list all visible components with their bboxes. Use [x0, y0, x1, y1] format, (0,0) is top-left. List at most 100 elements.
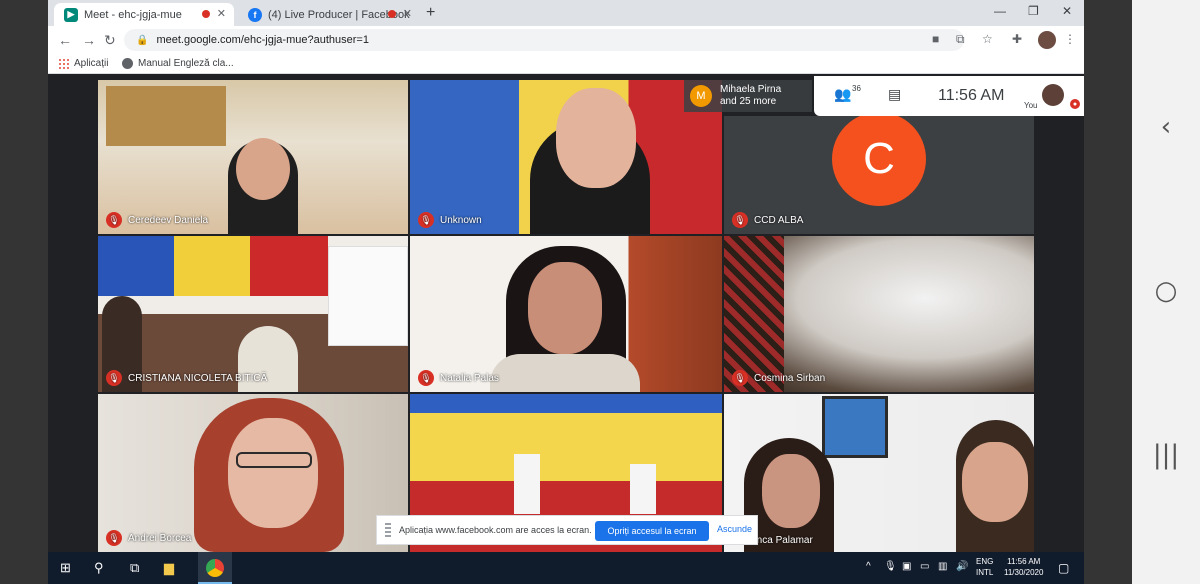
video-tile[interactable]: 🎙 Natalia Palas: [410, 236, 722, 392]
participant-name: Cosmina Sirban: [754, 372, 826, 384]
tile-label: 🎙 Unknown: [418, 212, 482, 228]
profile-avatar[interactable]: [1038, 31, 1056, 49]
participant-name: Andrei Borcea: [128, 532, 192, 544]
lang-code: ENG: [976, 557, 994, 566]
chat-icon[interactable]: ▤: [888, 86, 901, 103]
whiteboard-decor: [328, 246, 408, 346]
bookmarks-bar: Aplicații Manual Engleză cla...: [48, 54, 1084, 74]
video-tile[interactable]: 🎙 Ceredeev Daniela: [98, 80, 408, 234]
recording-icon: [202, 10, 210, 18]
translate-icon[interactable]: ⧉: [956, 32, 965, 47]
mic-off-icon: 🎙: [732, 212, 748, 228]
stop-sharing-button[interactable]: Opriți accesul la ecran: [595, 521, 709, 541]
windows-taskbar: ⊞ ⚲ ⧉ ▆ ^ 🎙 ▣ ▭ ▥ 🔊 ENG INTL 11:56 AM 11…: [48, 552, 1084, 584]
bookmark-label: Aplicații: [74, 58, 109, 69]
preview-line2: and 25 more: [720, 96, 777, 107]
person-face: [236, 138, 290, 200]
participant-name: Ceredeev Daniela: [128, 214, 209, 226]
forward-icon[interactable]: →: [82, 32, 96, 48]
notifications-icon[interactable]: ▢: [1058, 561, 1069, 575]
bookmark-label: Manual Engleză cla...: [138, 58, 234, 69]
extensions-icon[interactable]: ✚: [1012, 32, 1022, 46]
participant-name: CRISTIANA NICOLETA BITICĂ: [128, 372, 268, 384]
person-face: [228, 418, 318, 528]
self-avatar[interactable]: [1042, 84, 1064, 106]
reload-icon[interactable]: ↻: [104, 32, 116, 49]
network-tray-icon[interactable]: ▥: [938, 561, 947, 572]
battery-tray-icon[interactable]: ▭: [920, 561, 929, 572]
video-tile[interactable]: 🎙 Andrei Borcea: [98, 394, 408, 552]
meet-favicon-icon: ▶: [64, 7, 78, 22]
mic-off-icon: 🎙: [418, 370, 434, 386]
back-nav-icon[interactable]: ‹: [1132, 112, 1200, 142]
mic-off-icon: 🎙: [106, 530, 122, 546]
file-explorer-icon[interactable]: ▆: [164, 560, 174, 576]
address-bar[interactable]: 🔒 meet.google.com/ehc-jgja-mue?authuser=…: [124, 29, 964, 51]
tile-label: 🎙 Natalia Palas: [418, 370, 499, 386]
tile-label: 🎙 Ceredeev Daniela: [106, 212, 208, 228]
back-icon[interactable]: ←: [58, 32, 72, 48]
volume-tray-icon[interactable]: 🔊: [956, 561, 968, 572]
apps-grid-icon: [58, 58, 69, 69]
mic-off-icon: 🎙: [732, 370, 748, 386]
tile-label: Anca Palamar: [750, 535, 813, 546]
restore-icon[interactable]: ❐: [1028, 4, 1039, 18]
tab-meet[interactable]: ▶ Meet - ehc-jgja-mue ✕: [54, 3, 234, 26]
meet-top-bar: M Mihaela Pirna and 25 more 👥 36 ▤ 11:56…: [684, 76, 1084, 116]
bookmark-manual[interactable]: Manual Engleză cla...: [122, 58, 234, 69]
participant-initial-avatar: M: [690, 85, 712, 107]
video-tile[interactable]: C 🎙 CCD ALBA: [724, 116, 1034, 234]
input-language[interactable]: ENG INTL: [976, 556, 993, 578]
you-label: You: [1024, 101, 1038, 110]
close-window-icon[interactable]: ✕: [1062, 4, 1072, 18]
tile-label: 🎙 CRISTIANA NICOLETA BITICĂ: [106, 370, 267, 386]
participants-preview[interactable]: M Mihaela Pirna and 25 more: [684, 80, 812, 112]
tab-facebook[interactable]: f (4) Live Producer | Facebook ✕: [238, 3, 420, 26]
mic-tray-icon[interactable]: 🎙: [884, 561, 897, 572]
system-clock[interactable]: 11:56 AM 11/30/2020: [1004, 556, 1043, 578]
drag-handle-icon[interactable]: [385, 523, 391, 537]
close-tab-icon[interactable]: ✕: [217, 7, 226, 20]
child-figure: [514, 454, 540, 514]
child-figure: [630, 464, 656, 514]
lock-icon: 🔒: [136, 34, 149, 46]
wall-picture-decor: [822, 396, 888, 458]
share-message: Aplicația www.facebook.com are acces la …: [399, 525, 592, 535]
minimize-icon[interactable]: —: [994, 4, 1006, 18]
people-icon[interactable]: 👥: [834, 86, 851, 103]
person-face: [762, 454, 820, 528]
bookmark-apps[interactable]: Aplicații: [58, 58, 108, 69]
video-tile[interactable]: 🎙 CRISTIANA NICOLETA BITICĂ: [98, 236, 408, 392]
bookmark-star-icon[interactable]: ☆: [982, 32, 993, 46]
meet-controls: 👥 36 ▤ 11:56 AM You ●: [814, 76, 1084, 116]
participant-name: CCD ALBA: [754, 214, 804, 226]
recents-nav-icon[interactable]: |||: [1132, 440, 1200, 470]
chrome-taskbar-icon[interactable]: [206, 559, 224, 577]
hide-banner-link[interactable]: Ascunde: [717, 524, 752, 534]
task-view-icon[interactable]: ⧉: [130, 560, 139, 576]
search-icon[interactable]: ⚲: [94, 560, 104, 576]
menu-icon[interactable]: ⋮: [1064, 32, 1076, 46]
system-time: 11:56 AM: [1007, 557, 1041, 566]
participant-name: Anca Palamar: [750, 535, 813, 546]
camera-tray-icon[interactable]: ▣: [902, 561, 911, 572]
mic-off-icon: 🎙: [418, 212, 434, 228]
home-nav-icon[interactable]: ○: [1132, 276, 1200, 306]
video-tile[interactable]: 🎙 Unknown: [410, 80, 722, 234]
tile-label: 🎙 Cosmina Sirban: [732, 370, 825, 386]
new-tab-icon[interactable]: +: [426, 4, 435, 22]
video-tile[interactable]: 🎙 Cosmina Sirban: [724, 236, 1034, 392]
glasses-decor: [236, 452, 312, 468]
lang-variant: INTL: [976, 568, 994, 577]
video-tile[interactable]: Anca Palamar: [724, 394, 1034, 552]
tray-chevron-icon[interactable]: ^: [866, 561, 871, 572]
shelf-decor: [106, 86, 226, 146]
participant-avatar: C: [832, 116, 926, 206]
camera-icon[interactable]: ■: [932, 32, 939, 46]
windows-start-icon[interactable]: ⊞: [60, 560, 71, 576]
person-face: [556, 88, 636, 188]
close-tab-icon[interactable]: ✕: [403, 7, 412, 20]
right-margin: [1084, 0, 1132, 584]
flag-decor: [98, 236, 328, 296]
browser-toolbar: ← → ↻ 🔒 meet.google.com/ehc-jgja-mue?aut…: [48, 26, 1084, 54]
